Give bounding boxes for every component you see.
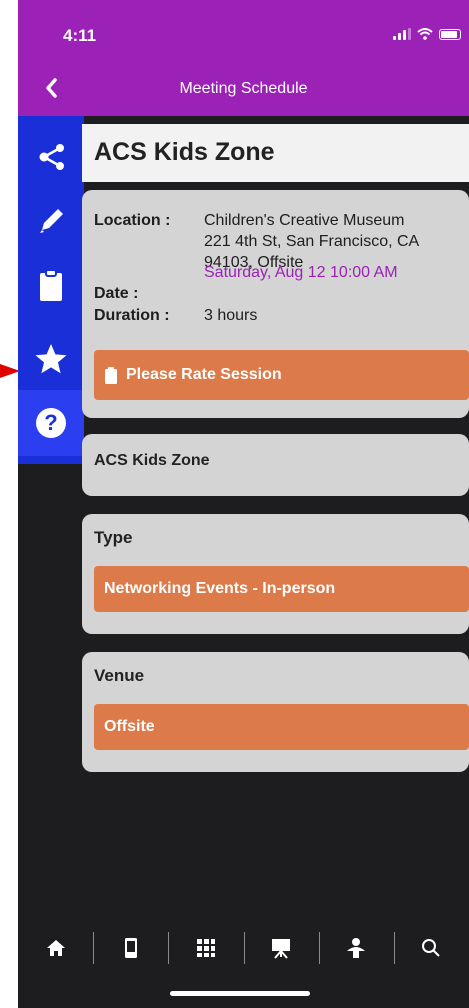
signal-icon — [393, 28, 411, 40]
status-icons — [393, 28, 461, 40]
help-icon: ? — [36, 408, 66, 438]
battery-icon — [439, 28, 461, 40]
rate-session-label: Please Rate Session — [126, 366, 282, 383]
session-description: ACS Kids Zone — [94, 452, 210, 469]
description-card: ACS Kids Zone — [82, 434, 469, 496]
location-line: Children's Creative Museum — [204, 212, 405, 229]
tab-search[interactable] — [393, 920, 469, 976]
nav-bar: Meeting Schedule — [18, 62, 469, 116]
tab-presentation[interactable] — [243, 920, 319, 976]
tab-home[interactable] — [18, 920, 93, 976]
venue-value: Offsite — [104, 718, 155, 735]
share-button[interactable] — [18, 124, 84, 190]
notes-button[interactable] — [18, 252, 84, 318]
tab-phone[interactable] — [93, 920, 168, 976]
type-card: Type Networking Events - In-person — [82, 514, 469, 634]
phone-icon — [124, 938, 137, 958]
rate-button-side[interactable] — [18, 326, 84, 392]
pencil-icon — [40, 209, 63, 233]
status-bar: 4:11 — [18, 0, 469, 62]
venue-card: Venue Offsite — [82, 652, 469, 772]
session-title-bar: ACS Kids Zone — [82, 124, 469, 182]
presentation-icon — [272, 939, 291, 959]
home-icon — [46, 940, 65, 956]
status-time: 4:11 — [63, 26, 97, 45]
duration-label: Duration : — [94, 307, 170, 324]
help-button[interactable]: ? — [18, 390, 84, 456]
location-label: Location : — [94, 212, 171, 229]
search-icon — [422, 939, 441, 957]
type-tag-button[interactable]: Networking Events - In-person — [94, 566, 469, 612]
type-value: Networking Events - In-person — [104, 580, 336, 597]
pointer-arrow — [0, 364, 20, 378]
duration-value: 3 hours — [204, 307, 258, 324]
edit-button[interactable] — [18, 188, 84, 254]
tab-bar — [18, 920, 469, 976]
session-details-card: Location : Children's Creative Museum 22… — [82, 190, 469, 418]
share-icon — [39, 144, 64, 170]
tab-people[interactable] — [318, 920, 394, 976]
session-title: ACS Kids Zone — [94, 138, 275, 166]
person-icon — [347, 938, 366, 958]
location-line: 221 4th St, San Francisco, CA — [204, 233, 420, 250]
date-value: Saturday, Aug 12 10:00 AM — [204, 264, 398, 281]
venue-tag-button[interactable]: Offsite — [94, 704, 469, 750]
home-indicator — [170, 991, 310, 996]
clipboard-icon — [40, 269, 62, 301]
date-label: Date : — [94, 285, 139, 302]
tab-grid[interactable] — [168, 920, 243, 976]
star-icon — [35, 344, 67, 374]
phone-screen: 4:11 Meeting Schedule ? ACS Kids Zone Lo… — [18, 0, 469, 1008]
type-label: Type — [94, 528, 133, 547]
rate-session-button[interactable]: Please Rate Session — [94, 350, 469, 400]
side-toolbar: ? — [18, 116, 84, 464]
clipboard-icon — [105, 367, 117, 384]
venue-label: Venue — [94, 666, 145, 685]
grid-icon — [196, 939, 215, 957]
wifi-icon — [417, 28, 433, 40]
page-title: Meeting Schedule — [179, 80, 308, 97]
